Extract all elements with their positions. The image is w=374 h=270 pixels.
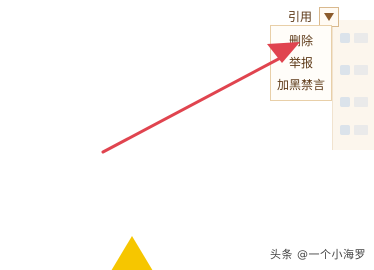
background-row	[340, 94, 370, 110]
background-icon	[340, 125, 350, 135]
more-actions-dropdown-button[interactable]	[319, 7, 340, 27]
yellow-triangle-shape	[108, 236, 156, 270]
arrow-shaft	[101, 53, 288, 154]
screenshot-page: 引用 删除 举报 加黑禁言 头条 @一个小海罗	[0, 0, 374, 270]
background-row	[340, 30, 370, 46]
menu-item-report[interactable]: 举报	[271, 52, 331, 74]
background-row	[340, 62, 370, 78]
menu-item-delete[interactable]: 删除	[271, 30, 331, 52]
more-actions-menu: 删除 举报 加黑禁言	[270, 25, 332, 101]
menu-item-blacklist-mute[interactable]: 加黑禁言	[271, 74, 331, 96]
background-icon	[340, 33, 350, 43]
background-row	[340, 122, 370, 138]
background-text	[354, 33, 368, 43]
background-icon	[340, 65, 350, 75]
triangle-down-icon	[324, 13, 335, 21]
background-text	[354, 65, 368, 75]
background-text	[354, 97, 368, 107]
watermark-text: 头条 @一个小海罗	[270, 248, 366, 261]
background-text	[354, 125, 368, 135]
background-icon	[340, 97, 350, 107]
